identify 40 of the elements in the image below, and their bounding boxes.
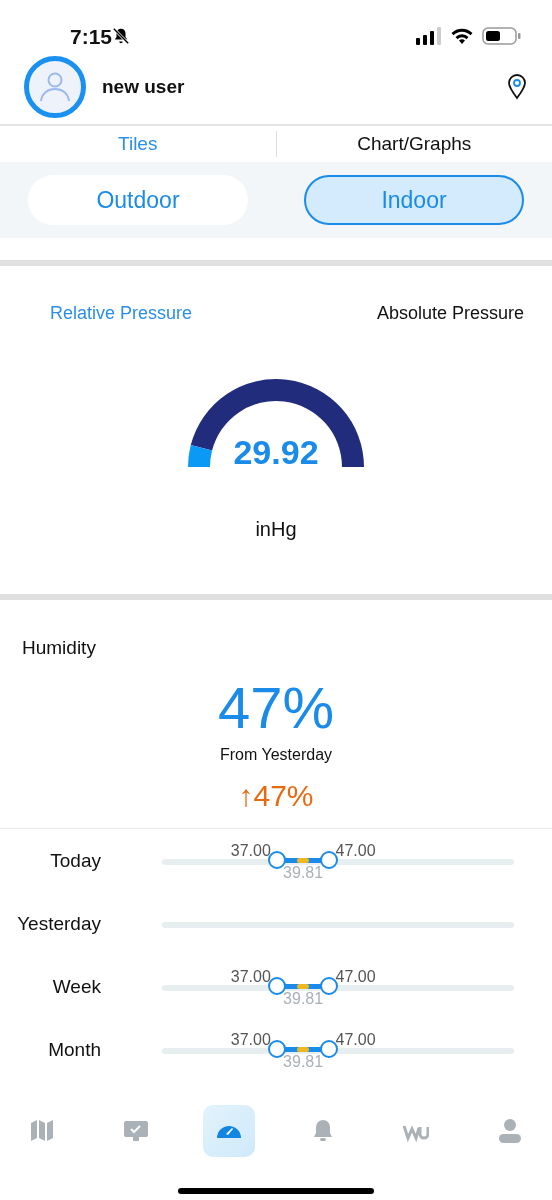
signal-icon — [416, 27, 442, 45]
wifi-icon — [450, 27, 474, 45]
range-min: 37.00 — [230, 842, 271, 859]
range-mean: 39.81 — [283, 990, 324, 1007]
range-mean: 39.81 — [283, 864, 324, 881]
range-label: Today — [49, 849, 101, 874]
comparison-label: From Yesterday — [219, 745, 333, 763]
range-label: Month — [47, 1038, 101, 1063]
view-tab[interactable]: Chart/Graphs — [276, 129, 552, 159]
status-time: 7:15 — [70, 25, 113, 47]
profile-icon — [496, 1118, 523, 1144]
person-icon — [38, 70, 72, 104]
pressure-unit: inHg — [255, 518, 297, 540]
mean-marker — [297, 1046, 310, 1052]
location-toggle[interactable]: Indoor — [304, 175, 524, 225]
view-tab[interactable]: Tiles — [0, 129, 276, 159]
location-pin-icon[interactable] — [506, 74, 528, 100]
range-max: 47.00 — [335, 968, 376, 985]
range-min: 37.00 — [230, 968, 271, 985]
range-max: 47.00 — [335, 842, 376, 859]
humidity-title: Humidity — [21, 636, 97, 660]
range-mean: 39.81 — [283, 1053, 324, 1070]
map-icon — [29, 1118, 55, 1144]
range-label: Yesterday — [16, 912, 101, 937]
monitor-check-icon — [122, 1118, 149, 1144]
gauge-fill — [188, 445, 213, 467]
range-max: 47.00 — [335, 1031, 376, 1048]
pressure-tab[interactable]: Absolute Pressure — [376, 300, 524, 327]
gauge-value: 29.92 — [233, 433, 319, 471]
mean-marker — [297, 857, 310, 863]
range-label: Week — [51, 975, 101, 1000]
user-name: new user — [102, 74, 185, 99]
range-min: 37.00 — [230, 1031, 271, 1048]
nav-tab[interactable] — [203, 1105, 256, 1157]
pressure-tab[interactable]: Relative Pressure — [50, 300, 193, 327]
battery-icon — [482, 26, 522, 46]
mean-marker — [297, 983, 310, 989]
humidity-value: 47% — [217, 674, 335, 740]
humidity-change: ↑47% — [238, 778, 314, 812]
location-toggle[interactable]: Outdoor — [28, 175, 248, 225]
